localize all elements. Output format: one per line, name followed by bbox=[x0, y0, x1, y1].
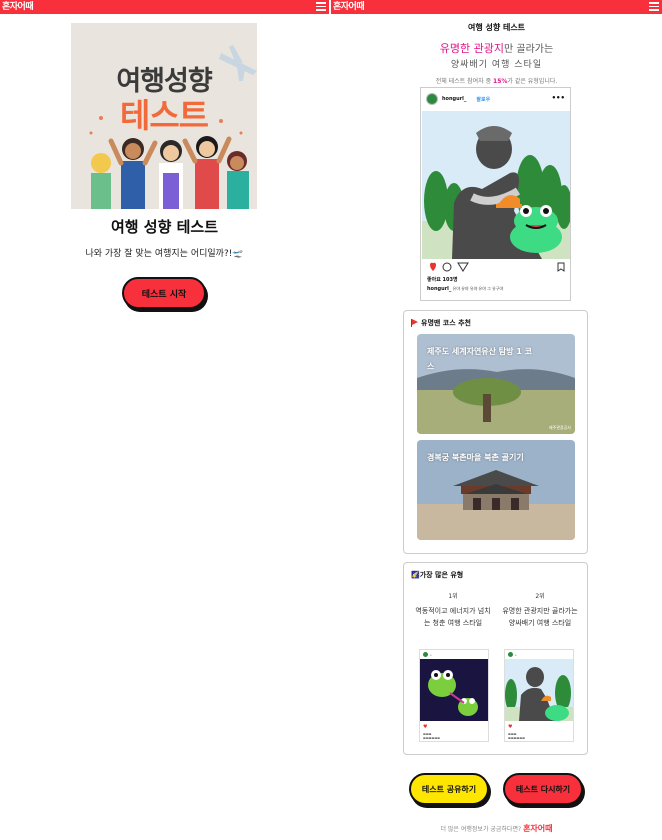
start-test-button[interactable]: 테스트 시작 bbox=[122, 277, 206, 309]
avatar bbox=[426, 93, 438, 105]
course-item[interactable]: 제주도 세계자연유산 탐방 1 코스 제주관광공사 bbox=[417, 334, 575, 434]
course-recommend-card: 유명맨 코스 추천 제주도 세계자연유산 탐방 1 코스 제주관광공사 경복궁 … bbox=[403, 310, 588, 554]
hero-illustration: 여행성향 테스트 bbox=[71, 23, 257, 209]
mini-post-header: • bbox=[505, 650, 573, 659]
brand-logo[interactable]: 혼자어때 bbox=[2, 0, 34, 14]
rank2-character-image bbox=[505, 659, 573, 721]
footer-text: 더 많은 여행정보가 궁금하다면? bbox=[440, 826, 524, 833]
course-label: 제주도 세계자연유산 탐방 1 코스 bbox=[427, 347, 533, 371]
panel-divider bbox=[329, 0, 331, 840]
heart-icon bbox=[430, 262, 436, 271]
follow-link[interactable]: 팔로우 bbox=[476, 96, 490, 103]
page-title: 여행 성향 테스트 bbox=[110, 218, 219, 236]
page-subtitle: 나와 가장 잘 맞는 여행지는 어디일까?!🛫 bbox=[85, 249, 244, 259]
course-heading-text: 유명맨 코스 추천 bbox=[421, 319, 471, 327]
mini-heart-icon: ♥ bbox=[508, 724, 513, 730]
top-bar-left: 혼자어때 bbox=[0, 0, 329, 14]
brand-logo[interactable]: 혼자어때 bbox=[333, 0, 365, 14]
hamburger-menu-icon[interactable] bbox=[316, 2, 326, 11]
rank-number: 2위 bbox=[535, 593, 545, 600]
rank-item: 2위 유명한 관광지만 골라가는 양싸배기 여행 스타일 bbox=[502, 591, 578, 629]
popular-types-card: 🌠가장 많은 유형 1위 역동적이고 에너지가 넘치는 청춘 여행 스타일 2위… bbox=[403, 562, 588, 755]
result-post-card: hongurl_ 팔로우 ••• 좋아요 103명 hongurl_ 유야 유야… bbox=[420, 87, 571, 301]
post-action-icons bbox=[430, 262, 565, 272]
result-character-image bbox=[422, 111, 570, 259]
post-caption: hongurl_ 유야 유야 유야 유야 그 유구야 bbox=[427, 286, 503, 292]
rank2-mini-post[interactable]: • ♥ ▬▬▬ ▬▬▬▬▬▬ bbox=[504, 649, 574, 742]
rank1-character-image bbox=[420, 659, 488, 721]
rank-number: 1위 bbox=[448, 593, 458, 600]
rank-item: 1위 역동적이고 에너지가 넘치는 청춘 여행 스타일 bbox=[415, 591, 491, 629]
result-type-line1: 유명한 관광지만 골라가는 bbox=[331, 40, 662, 56]
stat-percent: 15% bbox=[493, 78, 508, 85]
popular-heading: 🌠가장 많은 유형 bbox=[411, 571, 464, 579]
rank-desc: 유명한 관광지만 골라가는 양싸배기 여행 스타일 bbox=[502, 607, 578, 627]
mini-heart-icon: ♥ bbox=[423, 724, 428, 730]
result-type-highlight: 유명한 관광지 bbox=[439, 42, 505, 55]
stat-suffix: 가 같은 유형입니다. bbox=[507, 78, 558, 85]
rank-desc: 역동적이고 에너지가 넘치는 청춘 여행 스타일 bbox=[415, 607, 491, 627]
top-bar-right: 혼자어때 bbox=[331, 0, 662, 14]
flag-icon bbox=[411, 319, 418, 327]
hamburger-menu-icon[interactable] bbox=[649, 2, 659, 11]
post-likes: 좋아요 103명 bbox=[427, 277, 458, 283]
result-page-title: 여행 성향 테스트 bbox=[467, 23, 526, 32]
retry-test-button[interactable]: 테스트 다시하기 bbox=[503, 773, 583, 805]
hero-title-line2: 테스트 bbox=[119, 96, 209, 135]
course-label: 경복궁 북촌마을 북촌 골기기 bbox=[427, 453, 524, 462]
result-stat: 전체 테스트 참여자 중 15%가 같은 유형입니다. bbox=[331, 76, 662, 85]
bookmark-icon bbox=[557, 262, 565, 272]
result-type-line2: 양싸배기 여행 스타일 bbox=[450, 60, 543, 70]
post-header: hongurl_ 팔로우 ••• bbox=[421, 88, 570, 110]
comment-icon bbox=[442, 262, 452, 272]
footer: 더 많은 여행정보가 궁금하다면? 혼자어때 bbox=[331, 823, 662, 834]
post-username: hongurl_ bbox=[442, 96, 467, 102]
rank1-mini-post[interactable]: • ♥ ▬▬▬ ▬▬▬▬▬▬ bbox=[419, 649, 489, 742]
share-test-button[interactable]: 테스트 공유하기 bbox=[409, 773, 489, 805]
course-item[interactable]: 경복궁 북촌마을 북촌 골기기 bbox=[417, 440, 575, 540]
share-icon bbox=[457, 262, 469, 272]
result-type-rest: 만 골라가는 bbox=[504, 44, 554, 55]
stat-prefix: 전체 테스트 참여자 중 bbox=[435, 78, 494, 85]
mini-post-text: ▬▬▬ ▬▬▬▬▬▬ bbox=[508, 732, 526, 740]
caption-text: 유야 유야 유야 유야 그 유구야 bbox=[452, 286, 504, 291]
more-options-icon[interactable]: ••• bbox=[552, 94, 565, 102]
course-credit: 제주관광공사 bbox=[548, 425, 571, 430]
mini-post-text: ▬▬▬ ▬▬▬▬▬▬ bbox=[423, 732, 441, 740]
course-heading: 유명맨 코스 추천 bbox=[411, 318, 471, 328]
footer-brand-link[interactable]: 혼자어때 bbox=[523, 824, 552, 833]
caption-username: hongurl_ bbox=[427, 286, 452, 292]
mini-post-header: • bbox=[420, 650, 488, 659]
